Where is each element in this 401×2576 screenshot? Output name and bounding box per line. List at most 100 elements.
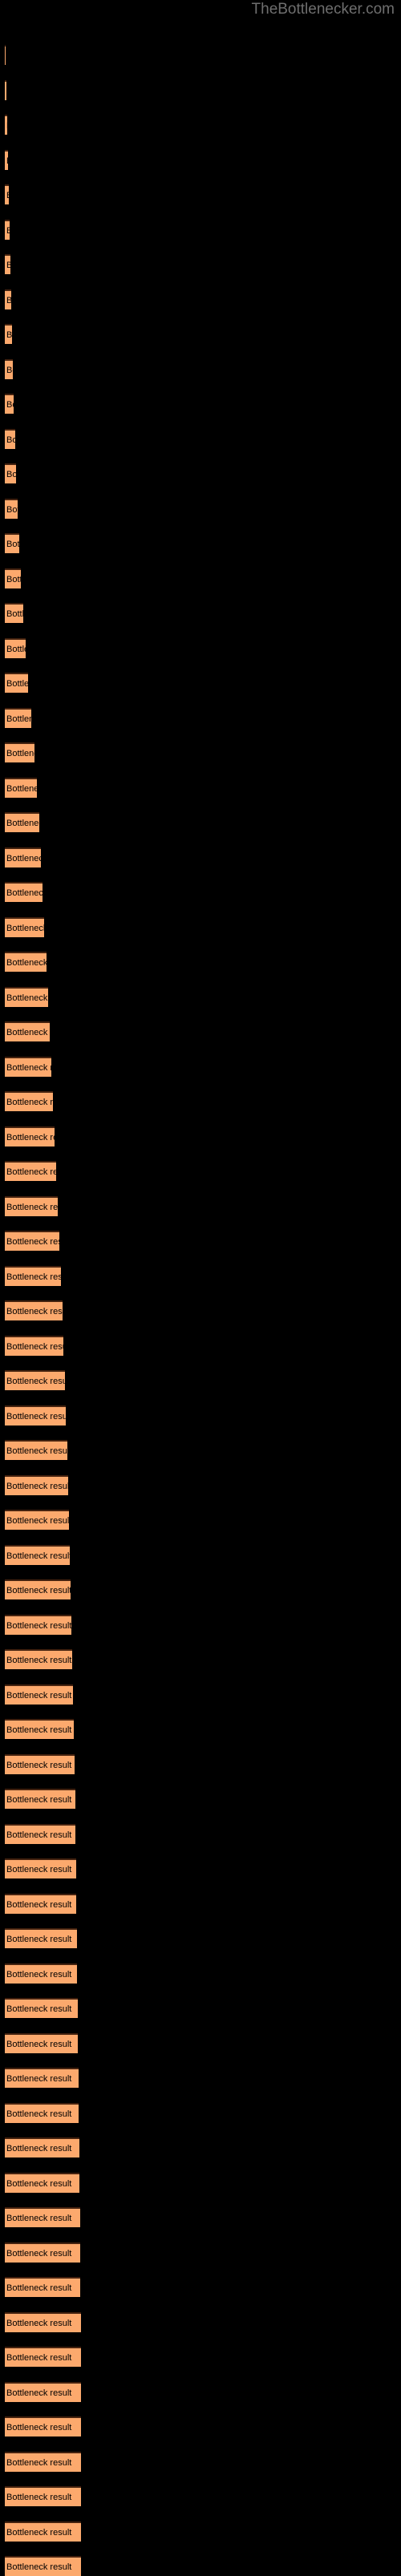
chart-bar[interactable]: Bottleneck result bbox=[5, 1928, 77, 1948]
chart-bar[interactable]: Bottleneck result bbox=[5, 463, 16, 483]
chart-bar[interactable]: Bottleneck result bbox=[5, 1161, 56, 1181]
chart-bar[interactable]: Bottleneck result bbox=[5, 1091, 53, 1111]
chart-bar[interactable]: Bottleneck result bbox=[5, 673, 28, 693]
chart-bar[interactable]: Bottleneck result bbox=[5, 742, 34, 762]
chart-bar[interactable]: Bottleneck result bbox=[5, 2347, 81, 2367]
bar-label: Bottleneck result bbox=[6, 504, 18, 515]
chart-bar[interactable]: Bottleneck result bbox=[5, 324, 12, 344]
bar-row: Bottleneck result bbox=[0, 2416, 401, 2436]
chart-bar[interactable]: Bottleneck result bbox=[5, 115, 7, 135]
bar-label: Bottleneck result bbox=[6, 2109, 72, 2119]
chart-bar[interactable]: Bottleneck result bbox=[5, 498, 18, 519]
chart-bar[interactable]: Bottleneck result bbox=[5, 1126, 55, 1146]
chart-bar[interactable]: Bottleneck result bbox=[5, 1021, 50, 1041]
chart-bar[interactable]: Bottleneck result bbox=[5, 1300, 63, 1320]
chart-bar[interactable]: Bottleneck result bbox=[5, 533, 19, 553]
bar-label: Bottleneck result bbox=[6, 749, 34, 758]
chart-bar[interactable]: Bottleneck result bbox=[5, 45, 6, 65]
chart-bar[interactable]: Bottleneck result bbox=[5, 1893, 76, 1914]
chart-bar[interactable]: Bottleneck result bbox=[5, 219, 10, 240]
bar-label: Bottleneck result bbox=[6, 2248, 72, 2259]
chart-bar[interactable]: Bottleneck result bbox=[5, 1474, 68, 1495]
chart-bar[interactable]: Bottleneck result bbox=[5, 2137, 79, 2157]
bar-row: Bottleneck result bbox=[0, 1893, 401, 1914]
chart-bar[interactable]: Bottleneck result bbox=[5, 1579, 71, 1599]
chart-bar[interactable]: Bottleneck result bbox=[5, 2277, 80, 2297]
chart-bar[interactable]: Bottleneck result bbox=[5, 1405, 66, 1425]
bar-row: Bottleneck result bbox=[0, 1579, 401, 1599]
chart-bar[interactable]: Bottleneck result bbox=[5, 1684, 73, 1705]
chart-bar[interactable]: Bottleneck result bbox=[5, 1649, 72, 1669]
chart-bar[interactable]: Bottleneck result bbox=[5, 2416, 81, 2436]
bar-row: Bottleneck result bbox=[0, 1021, 401, 1041]
chart-bar[interactable]: Bottleneck result bbox=[5, 847, 41, 867]
chart-bar[interactable]: Bottleneck result bbox=[5, 777, 37, 798]
chart-bar[interactable]: Bottleneck result bbox=[5, 2521, 81, 2542]
chart-bar[interactable]: Bottleneck result bbox=[5, 1440, 67, 1460]
chart-bar[interactable]: Bottleneck result bbox=[5, 986, 48, 1007]
chart-bar[interactable]: Bottleneck result bbox=[5, 812, 39, 832]
chart-bar[interactable]: Bottleneck result bbox=[5, 184, 9, 204]
bar-row: Bottleneck result bbox=[0, 637, 401, 658]
bar-label: Bottleneck result bbox=[6, 119, 7, 132]
chart-bar[interactable]: Bottleneck result bbox=[5, 2068, 79, 2088]
chart-bar[interactable]: Bottleneck result bbox=[5, 1370, 65, 1390]
chart-bar[interactable]: Bottleneck result bbox=[5, 2207, 80, 2227]
bar-row: Bottleneck result bbox=[0, 812, 401, 832]
chart-bar[interactable]: Bottleneck result bbox=[5, 1719, 74, 1739]
chart-bar[interactable]: Bottleneck result bbox=[5, 289, 11, 309]
chart-bar[interactable]: Bottleneck result bbox=[5, 2486, 81, 2506]
bar-row: Bottleneck result bbox=[0, 1265, 401, 1286]
chart-bar[interactable]: Bottleneck result bbox=[5, 1753, 75, 1774]
chart-bar[interactable]: Bottleneck result bbox=[5, 882, 43, 902]
chart-bar[interactable]: Bottleneck result bbox=[5, 1335, 63, 1356]
chart-bar[interactable]: Bottleneck result bbox=[5, 394, 14, 414]
chart-bar[interactable]: Bottleneck result bbox=[5, 2311, 81, 2332]
bar-label: Bottleneck result bbox=[6, 819, 39, 828]
chart-bar[interactable]: Bottleneck result bbox=[5, 1858, 76, 1878]
bar-label: Bottleneck result bbox=[6, 1760, 72, 1770]
bar-label: Bottleneck result bbox=[6, 2039, 72, 2049]
chart-bar[interactable]: Bottleneck result bbox=[5, 1544, 70, 1565]
chart-bar[interactable]: Bottleneck result bbox=[5, 428, 15, 449]
chart-bar[interactable]: Bottleneck result bbox=[5, 2102, 79, 2123]
chart-bar[interactable]: Bottleneck result bbox=[5, 952, 47, 972]
chart-bar[interactable]: Bottleneck result bbox=[5, 1998, 78, 2018]
chart-bar[interactable]: Bottleneck result bbox=[5, 2032, 78, 2053]
chart-bar[interactable]: Bottleneck result bbox=[5, 2172, 79, 2193]
chart-bar[interactable]: Bottleneck result bbox=[5, 916, 44, 937]
bar-row: Bottleneck result bbox=[0, 1195, 401, 1216]
chart-bar[interactable]: Bottleneck result bbox=[5, 637, 26, 658]
chart-bar[interactable]: Bottleneck result bbox=[5, 149, 8, 170]
chart-bar[interactable]: Bottleneck result bbox=[5, 79, 6, 100]
chart-bar[interactable]: Bottleneck result bbox=[5, 1265, 61, 1286]
bar-label: Bottleneck result bbox=[6, 1307, 63, 1316]
chart-bar[interactable]: Bottleneck result bbox=[5, 358, 13, 379]
bar-label: Bottleneck result bbox=[6, 1028, 50, 1037]
bar-row: Bottleneck result bbox=[0, 1789, 401, 1809]
chart-bar[interactable]: Bottleneck result bbox=[5, 1614, 71, 1635]
chart-bar[interactable]: Bottleneck result bbox=[5, 2242, 80, 2263]
chart-bar[interactable]: Bottleneck result bbox=[5, 2451, 81, 2472]
bar-row: Bottleneck result bbox=[0, 742, 401, 762]
chart-bar[interactable]: Bottleneck result bbox=[5, 254, 10, 274]
chart-bar[interactable]: Bottleneck result bbox=[5, 1823, 75, 1844]
bar-row: Bottleneck result bbox=[0, 1126, 401, 1146]
chart-bar[interactable]: Bottleneck result bbox=[5, 1963, 77, 1984]
bar-label: Bottleneck result bbox=[6, 259, 10, 272]
chart-bar[interactable]: Bottleneck result bbox=[5, 1195, 58, 1216]
chart-bar[interactable]: Bottleneck result bbox=[5, 603, 23, 623]
bar-row: Bottleneck result bbox=[0, 394, 401, 414]
chart-bar[interactable]: Bottleneck result bbox=[5, 1510, 69, 1530]
bar-label: Bottleneck result bbox=[6, 1551, 70, 1561]
chart-bar[interactable]: Bottleneck result bbox=[5, 2556, 81, 2576]
chart-bar[interactable]: Bottleneck result bbox=[5, 1789, 75, 1809]
bar-row: Bottleneck result bbox=[0, 115, 401, 135]
chart-bar[interactable]: Bottleneck result bbox=[5, 1056, 51, 1077]
chart-bar[interactable]: Bottleneck result bbox=[5, 2381, 81, 2402]
chart-bar[interactable]: Bottleneck result bbox=[5, 568, 21, 588]
bar-row: Bottleneck result bbox=[0, 1091, 401, 1111]
chart-bar[interactable]: Bottleneck result bbox=[5, 1231, 59, 1251]
chart-bar[interactable]: Bottleneck result bbox=[5, 707, 31, 728]
bar-label: Bottleneck result bbox=[6, 330, 12, 340]
